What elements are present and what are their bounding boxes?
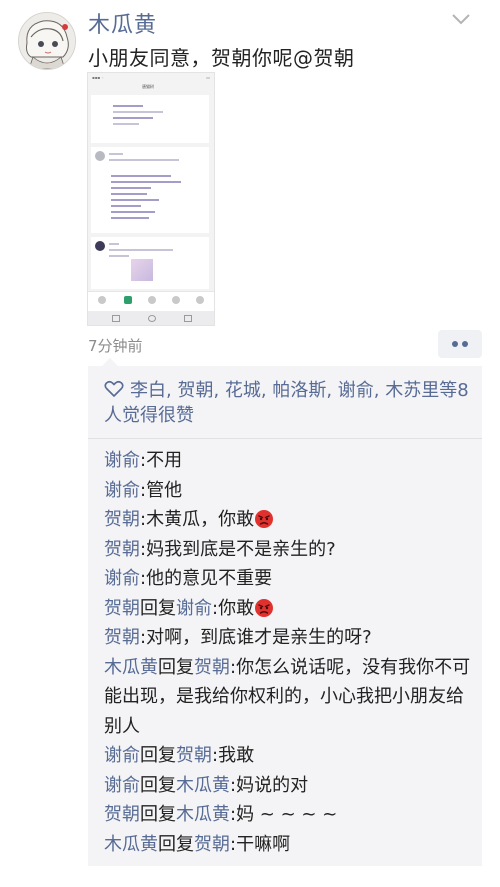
reply-label: 回复 <box>158 833 194 855</box>
comment-item[interactable]: 贺朝:妈我到底是不是亲生的? <box>104 535 478 565</box>
post-image-screenshot[interactable]: ▪▪▪ ◦ ▭ 唐猫树 <box>87 72 215 326</box>
comment-item[interactable]: 贺朝回复谢俞:你敢 <box>104 594 478 624</box>
comment-text: 对啊，到底谁才是亲生的呀? <box>146 627 372 648</box>
comment-text: 妈说的对 <box>236 774 309 796</box>
comment-author[interactable]: 木瓜黄 <box>104 834 158 855</box>
more-actions-button[interactable] <box>438 330 482 358</box>
likes-list: 李白, 贺朝, 花城, 帕洛斯, 谢俞, 木苏里等8人觉得很赞 <box>104 378 476 428</box>
reply-label: 回复 <box>140 745 176 766</box>
post-text: 小朋友同意，贺朝你呢@贺朝 <box>88 46 355 70</box>
comment-author[interactable]: 谢俞 <box>104 568 140 589</box>
mini-page-title: 唐猫树 <box>142 84 154 89</box>
reply-target[interactable]: 贺朝 <box>194 657 230 678</box>
divider <box>88 438 482 439</box>
chevron-down-icon[interactable] <box>450 12 472 26</box>
reply-target[interactable]: 木瓜黄 <box>176 775 230 796</box>
comment-author[interactable]: 谢俞 <box>104 745 140 766</box>
mini-status-bar: ▪▪▪ ◦ <box>92 75 104 80</box>
comment-text: 他的意见不重要 <box>146 568 273 589</box>
heart-icon <box>104 380 124 398</box>
mini-battery-icon: ▭ <box>206 75 210 80</box>
mini-post-card <box>91 147 209 233</box>
comment-item[interactable]: 木瓜黄回复贺朝:你怎么说话呢，没有我你不可能出现，是我给你权利的，小心我把小朋友… <box>104 653 478 742</box>
comment-author[interactable]: 贺朝 <box>104 598 140 619</box>
reply-label: 回复 <box>140 804 176 825</box>
reply-target[interactable]: 木瓜黄 <box>176 804 230 825</box>
comment-item[interactable]: 木瓜黄回复贺朝:干嘛啊 <box>104 830 478 860</box>
avatar[interactable] <box>18 12 76 70</box>
likes-names[interactable]: 李白, 贺朝, 花城, 帕洛斯, 谢俞, 木苏里等8人觉得很赞 <box>104 380 469 426</box>
comment-author[interactable]: 木瓜黄 <box>104 657 158 678</box>
mini-tab-bar <box>88 291 214 312</box>
comment-item[interactable]: 谢俞:他的意见不重要 <box>104 564 478 594</box>
comment-text: 不用 <box>146 450 183 471</box>
comment-item[interactable]: 谢俞回复贺朝:我敢 <box>104 741 478 771</box>
mini-post-card <box>91 237 209 289</box>
comment-item[interactable]: 贺朝:对啊，到底谁才是亲生的呀? <box>104 623 478 653</box>
comment-text: 管他 <box>146 479 183 501</box>
mini-nav-bar <box>88 311 214 325</box>
reply-label: 回复 <box>158 656 194 678</box>
comment-author[interactable]: 贺朝 <box>104 804 140 825</box>
more-dots-icon <box>452 341 468 347</box>
reply-target[interactable]: 贺朝 <box>194 834 230 855</box>
comment-author[interactable]: 贺朝 <box>104 539 140 560</box>
comment-text: 干嘛啊 <box>236 833 291 855</box>
comment-item[interactable]: 谢俞:管他 <box>104 476 478 506</box>
comment-item[interactable]: 谢俞回复木瓜黄:妈说的对 <box>104 771 478 801</box>
reply-target[interactable]: 贺朝 <box>176 745 212 766</box>
comment-text: 妈 ~ ~ ~ ~ <box>236 804 338 825</box>
reply-label: 回复 <box>140 597 176 619</box>
comment-item[interactable]: 谢俞:不用 <box>104 446 478 476</box>
comment-item[interactable]: 贺朝:木黄瓜，你敢 <box>104 505 478 535</box>
comment-author[interactable]: 贺朝 <box>104 627 140 648</box>
comment-area: 李白, 贺朝, 花城, 帕洛斯, 谢俞, 木苏里等8人觉得很赞 谢俞:不用 谢俞:… <box>88 358 482 866</box>
mini-photo <box>131 259 153 281</box>
comment-text: 木黄瓜，你敢 <box>146 509 255 530</box>
comment-author[interactable]: 谢俞 <box>104 480 140 501</box>
angry-face-icon <box>254 598 274 618</box>
moments-post: 木瓜黄 小朋友同意，贺朝你呢@贺朝 ▪▪▪ ◦ ▭ 唐猫树 7分钟前 李白, 贺… <box>0 0 500 887</box>
post-author-name[interactable]: 木瓜黄 <box>88 7 157 39</box>
comment-text: 你敢 <box>218 597 255 619</box>
reply-label: 回复 <box>140 774 176 796</box>
avatar-anime-image <box>19 13 75 69</box>
comment-author[interactable]: 谢俞 <box>104 775 140 796</box>
reply-target[interactable]: 谢俞 <box>176 598 212 619</box>
mini-header: 唐猫树 <box>88 83 214 93</box>
comment-item[interactable]: 贺朝回复木瓜黄:妈 ~ ~ ~ ~ <box>104 800 478 830</box>
comment-text: 我敢 <box>218 745 255 766</box>
comment-author[interactable]: 贺朝 <box>104 509 140 530</box>
comment-author[interactable]: 谢俞 <box>104 450 140 471</box>
mini-post-card <box>91 95 209 143</box>
angry-face-icon <box>254 509 274 529</box>
post-timestamp: 7分钟前 <box>88 337 143 355</box>
comment-list: 谢俞:不用 谢俞:管他 贺朝:木黄瓜，你敢 贺朝:妈我到底是不是亲生的? 谢俞:他的意见… <box>104 446 478 859</box>
comment-text: 妈我到底是不是亲生的? <box>146 538 336 560</box>
